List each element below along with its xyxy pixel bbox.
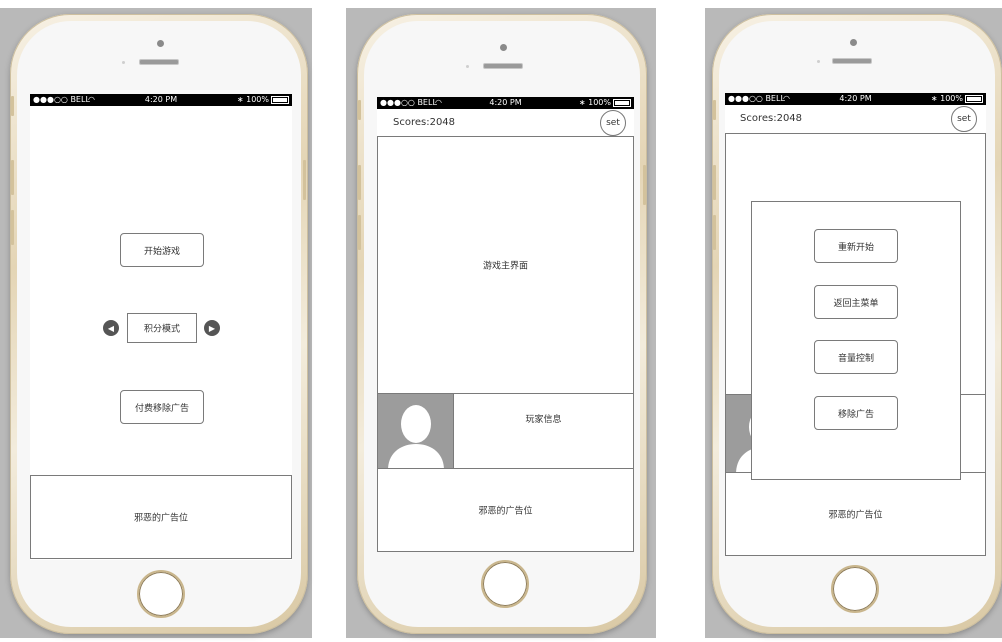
battery-icon xyxy=(613,98,631,107)
avatar-silhouette xyxy=(388,405,444,468)
phone-2-mute-switch xyxy=(358,100,361,120)
phone-3-volume-down xyxy=(713,215,716,250)
battery-label: 100% xyxy=(588,98,611,107)
phone-3-camera xyxy=(850,39,857,46)
chevron-left-icon[interactable]: ◀ xyxy=(103,320,119,336)
status-bar: ●●●○○ BELL ◠ 4:20 PM ∗ 100% xyxy=(30,94,292,106)
ad-slot[interactable]: 邪恶的广告位 xyxy=(377,468,634,552)
volume-control-button[interactable]: 音量控制 xyxy=(814,340,898,374)
scores-label: Scores:2048 xyxy=(393,117,456,128)
battery-label: 100% xyxy=(246,95,269,104)
status-bar: ●●●○○ BELL ◠ 4:20 PM ∗ 100% xyxy=(377,97,634,109)
remove-ads-button[interactable]: 移除广告 xyxy=(814,396,898,430)
bluetooth-icon: ∗ xyxy=(578,98,586,107)
phone-2-camera xyxy=(500,44,507,51)
start-game-button[interactable]: 开始游戏 xyxy=(120,233,204,267)
player-info-panel: 玩家信息 xyxy=(453,393,634,469)
phone-3-screen: ●●●○○ BELL ◠ 4:20 PM ∗ 100% Scores:2048 … xyxy=(725,93,986,556)
phone-3-mute-switch xyxy=(713,100,716,120)
ad-slot-label: 邪恶的广告位 xyxy=(133,513,188,524)
battery-icon xyxy=(965,94,983,103)
game-main-area[interactable]: 游戏主界面 xyxy=(377,136,634,394)
restart-button[interactable]: 重新开始 xyxy=(814,229,898,263)
settings-menu-popup: 重新开始 返回主菜单 音量控制 移除广告 xyxy=(751,201,961,480)
battery-status: ∗ 100% xyxy=(579,97,631,109)
remove-ads-button[interactable]: 付费移除广告 xyxy=(120,390,204,424)
phone-3-sensor xyxy=(817,60,820,63)
ad-slot[interactable]: 邪恶的广告位 xyxy=(30,475,292,559)
phone-1-speaker xyxy=(139,59,179,65)
phone-2-volume-up xyxy=(358,165,361,200)
phone-3-home-button[interactable] xyxy=(831,565,879,613)
mode-label: 积分模式 xyxy=(127,313,197,343)
battery-status: ∗ 100% xyxy=(931,93,983,105)
status-bar: ●●●○○ BELL ◠ 4:20 PM ∗ 100% xyxy=(725,93,986,105)
user-avatar-icon xyxy=(377,393,454,469)
phone-2-speaker xyxy=(483,63,523,69)
phone-1-volume-down xyxy=(11,210,14,245)
phone-2-volume-down xyxy=(358,215,361,250)
battery-label: 100% xyxy=(940,94,963,103)
chevron-right-icon[interactable]: ▶ xyxy=(204,320,220,336)
phone-2-sensor xyxy=(466,65,469,68)
phone-1-camera xyxy=(157,40,164,47)
player-info-label: 玩家信息 xyxy=(525,415,562,425)
set-button[interactable]: set xyxy=(951,106,977,132)
bluetooth-icon: ∗ xyxy=(236,95,244,104)
scores-label: Scores:2048 xyxy=(740,113,803,124)
phone-2-home-button[interactable] xyxy=(481,560,529,608)
bluetooth-icon: ∗ xyxy=(930,94,938,103)
ad-slot[interactable]: 邪恶的广告位 xyxy=(725,472,986,556)
ad-slot-label: 邪恶的广告位 xyxy=(828,510,883,521)
phone-3-speaker xyxy=(832,58,872,64)
phone-2-screen: ●●●○○ BELL ◠ 4:20 PM ∗ 100% Scores:2048 … xyxy=(377,97,634,552)
set-button[interactable]: set xyxy=(600,110,626,136)
phone-1-power-button xyxy=(303,160,306,200)
phone-3-volume-up xyxy=(713,165,716,200)
ad-slot-label: 邪恶的广告位 xyxy=(478,506,533,517)
phone-1-sensor xyxy=(122,61,125,64)
mode-label-text: 积分模式 xyxy=(143,324,180,335)
phone-1-home-button[interactable] xyxy=(137,570,185,618)
game-main-area-label: 游戏主界面 xyxy=(482,261,528,272)
phone-1-screen: ●●●○○ BELL ◠ 4:20 PM ∗ 100% 开始游戏 ◀ 积分模式 … xyxy=(30,94,292,560)
battery-icon xyxy=(271,95,289,104)
return-to-main-menu-button[interactable]: 返回主菜单 xyxy=(814,285,898,319)
phone-2-power-button xyxy=(643,165,646,205)
phone-1-mute-switch xyxy=(11,96,14,116)
battery-status: ∗ 100% xyxy=(237,94,289,106)
phone-1-volume-up xyxy=(11,160,14,195)
